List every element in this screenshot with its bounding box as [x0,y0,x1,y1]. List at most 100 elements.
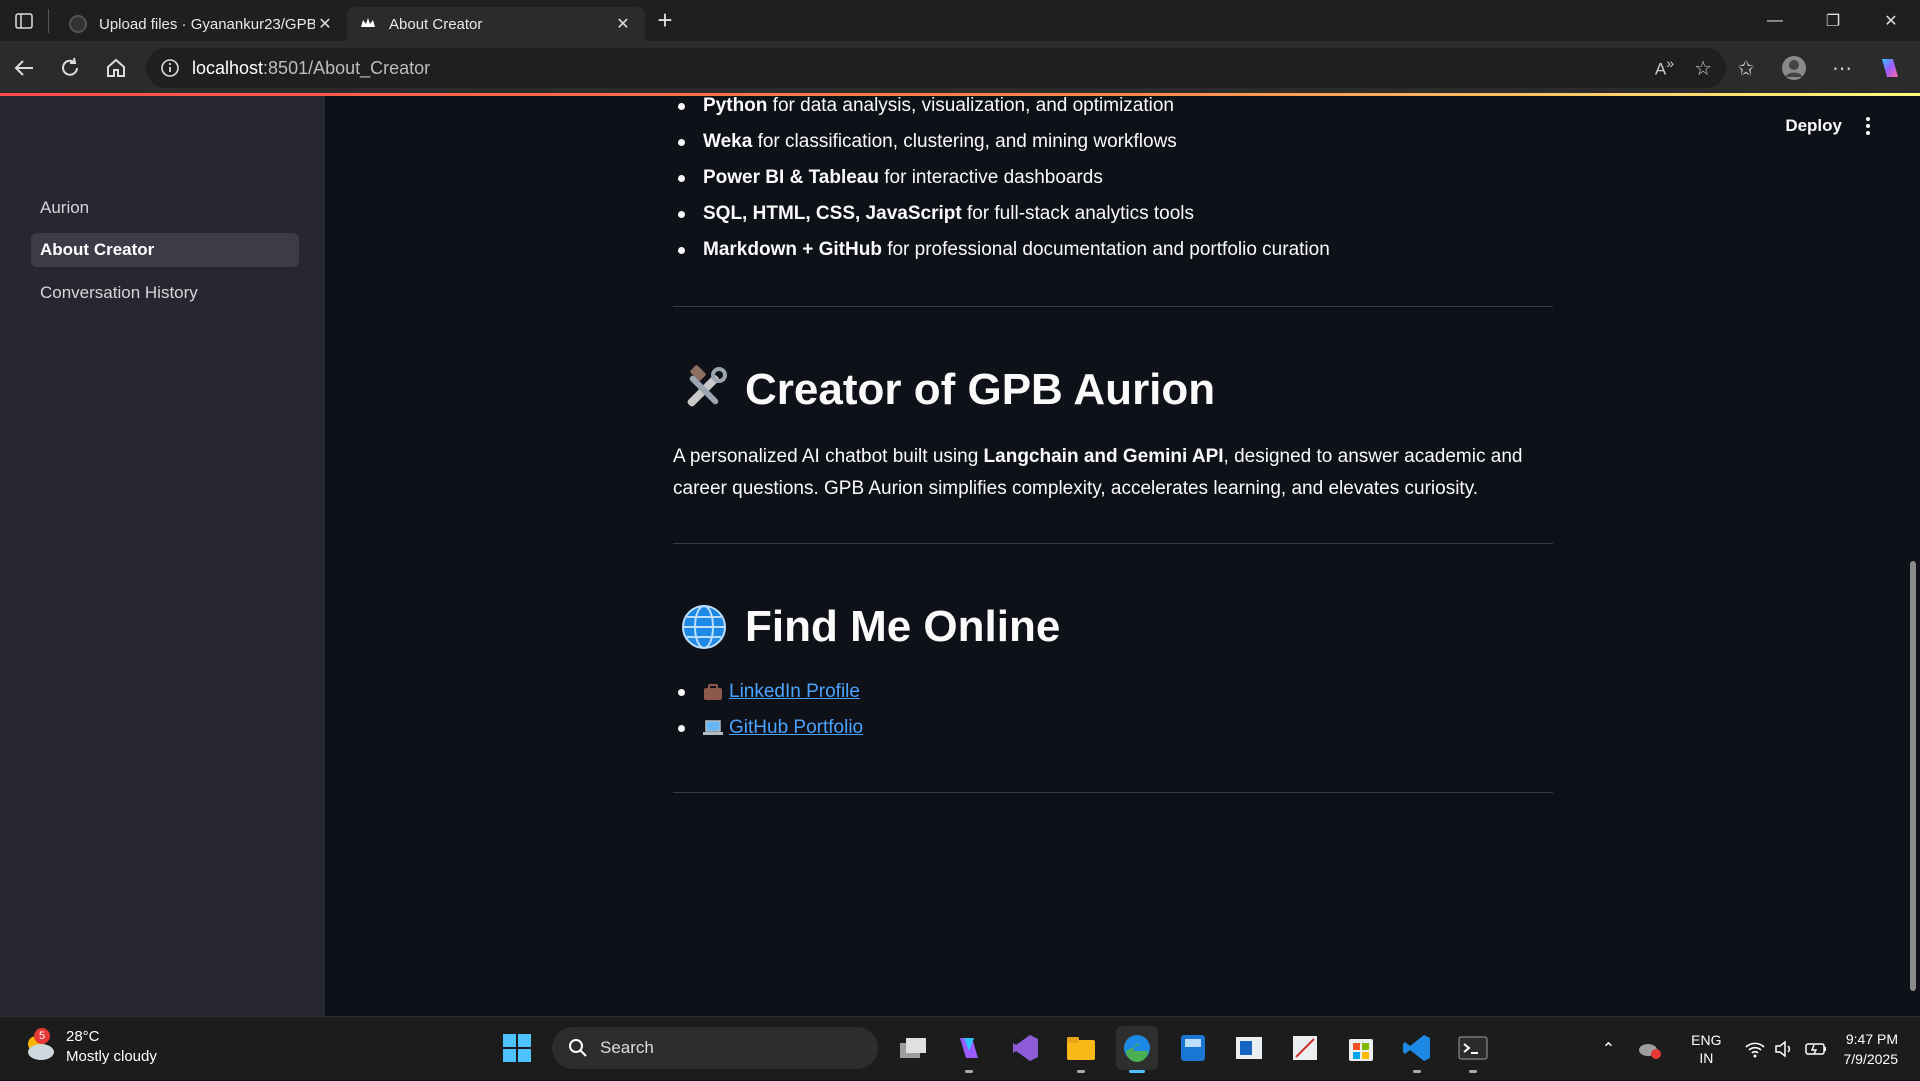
streamlit-crown-icon [361,18,375,27]
start-button[interactable] [496,1026,538,1070]
refresh-icon [62,57,78,76]
main-content: Python for data analysis, visualization,… [673,95,1553,793]
more-options-icon[interactable]: ⋯ [1822,46,1862,90]
minimize-icon[interactable]: — [1746,0,1804,41]
weather-temp: 28°C [66,1028,100,1045]
window-app-icon[interactable] [1228,1026,1270,1070]
lang-code: ENG [1691,1032,1722,1048]
divider [673,543,1553,544]
address-bar[interactable]: localhost:8501/About_Creator A» ☆ [146,48,1726,88]
creator-description: A personalized AI chatbot built using La… [673,441,1553,505]
back-arrow-icon [14,60,33,76]
briefcase-icon [704,684,722,700]
tab-close-icon[interactable]: ✕ [613,14,633,34]
battery-icon[interactable] [1804,1040,1828,1058]
list-item: Power BI & Tableau for interactive dashb… [673,160,1553,196]
browser-tab-about-creator[interactable]: About Creator ✕ [347,7,645,41]
hammer-wrench-icon [687,365,727,407]
browser-tab-strip: Upload files · Gyanankur23/GPB-A ✕ About… [0,0,1920,41]
browser-toolbar: localhost:8501/About_Creator A» ☆ ✩ ⋯ [0,41,1920,95]
tool-name: Markdown + GitHub [703,239,882,260]
refresh-button[interactable] [48,46,92,90]
sidebar-item-conversation-history[interactable]: Conversation History [31,276,299,310]
lang-region: IN [1699,1050,1714,1066]
profile-avatar-icon[interactable] [1774,46,1814,90]
scrollbar-thumb[interactable] [1910,561,1916,991]
address-bar-actions: A» ☆ [1655,56,1712,81]
system-tray: ⌃ ENG IN 9:47 PM 7/9/2025 [1602,1017,1920,1081]
globe-icon [682,605,726,649]
weather-text: 28°C Mostly cloudy [66,1027,157,1067]
store-calculator-icon[interactable] [1172,1026,1214,1070]
tab-actions-button[interactable] [0,0,48,41]
tool-name: Weka [703,131,753,152]
tool-desc: for data analysis, visualization, and op… [767,95,1174,116]
divider [673,792,1553,793]
github-link[interactable]: GitHub Portfolio [729,710,863,746]
file-explorer-icon[interactable] [1060,1026,1102,1073]
search-placeholder: Search [600,1038,654,1057]
tool-desc: for professional documentation and portf… [881,239,1330,260]
github-icon [69,15,87,33]
tab-close-icon[interactable]: ✕ [315,14,335,34]
linkedin-link[interactable]: LinkedIn Profile [729,674,860,710]
links-list: LinkedIn Profile GitHub Portfolio [673,674,1553,746]
list-item: Markdown + GitHub for professional docum… [673,232,1553,268]
list-item: LinkedIn Profile [673,674,1553,710]
new-tab-button[interactable]: + [645,5,685,36]
clock[interactable]: 9:47 PM 7/9/2025 [1844,1029,1899,1069]
main-scrollbar[interactable] [1906,96,1920,1016]
app-sidebar: Aurion About Creator Conversation Histor… [0,96,325,1016]
window-controls: — ❐ ✕ [1746,0,1920,41]
weather-desc: Mostly cloudy [66,1048,157,1065]
terminal-icon[interactable] [1452,1026,1494,1073]
visual-studio-icon[interactable] [1004,1026,1046,1070]
sidebar-item-about-creator[interactable]: About Creator [31,233,299,267]
main-menu-icon[interactable] [1858,114,1878,138]
chevron-up-icon[interactable]: ⌃ [1602,1039,1615,1059]
copilot-icon[interactable] [1870,46,1910,90]
taskbar-search[interactable]: Search [552,1027,878,1069]
sidebar-toggle-icon [15,12,33,29]
weather-badge: 5 [34,1028,50,1044]
task-view-icon[interactable] [892,1026,934,1070]
favorite-star-icon[interactable]: ☆ [1694,56,1712,81]
creator-heading-text: Creator of GPB Aurion [745,365,1216,414]
favorites-icon[interactable]: ✩ [1726,46,1766,90]
list-item: GitHub Portfolio [673,710,1553,746]
copilot-taskbar-icon[interactable] [948,1026,990,1073]
language-indicator[interactable]: ENG IN [1691,1031,1721,1067]
snipping-tool-icon[interactable] [1284,1026,1326,1070]
sidebar-item-aurion[interactable]: Aurion [31,191,299,225]
edge-browser-icon[interactable] [1116,1026,1158,1073]
wifi-icon[interactable] [1744,1040,1766,1058]
search-icon [569,1039,587,1057]
home-icon [107,58,125,77]
site-info-icon[interactable] [160,58,180,78]
clock-date: 7/9/2025 [1843,1051,1899,1067]
tab-separator [48,8,49,33]
weather-widget[interactable]: 5 28°C Mostly cloudy [22,1027,157,1067]
tool-desc: for classification, clustering, and mini… [752,131,1177,152]
restore-icon[interactable]: ❐ [1804,0,1862,41]
onedrive-error-icon[interactable] [1637,1038,1663,1060]
windows-taskbar: 5 28°C Mostly cloudy Search ⌃ ENG IN 9:4… [0,1016,1920,1080]
deploy-button[interactable]: Deploy [1785,116,1842,136]
back-button[interactable] [2,46,46,90]
creator-heading: Creator of GPB Aurion [673,365,1553,415]
tool-desc: for full-stack analytics tools [961,203,1194,224]
list-item: Python for data analysis, visualization,… [673,88,1553,124]
clock-time: 9:47 PM [1845,1031,1898,1047]
tab-title: Upload files · Gyanankur23/GPB-A [99,15,315,33]
read-aloud-icon[interactable]: A» [1655,56,1674,81]
browser-tab-upload[interactable]: Upload files · Gyanankur23/GPB-A ✕ [57,7,347,41]
microsoft-store-icon[interactable] [1340,1026,1382,1070]
laptop-icon [703,720,723,735]
volume-icon[interactable] [1774,1040,1794,1058]
desc-bold: Langchain and Gemini API [983,446,1224,467]
tool-name: Power BI & Tableau [703,167,879,188]
home-button[interactable] [94,46,138,90]
url-path: :8501/About_Creator [263,57,431,78]
vscode-icon[interactable] [1396,1026,1438,1073]
close-window-icon[interactable]: ✕ [1862,0,1920,41]
